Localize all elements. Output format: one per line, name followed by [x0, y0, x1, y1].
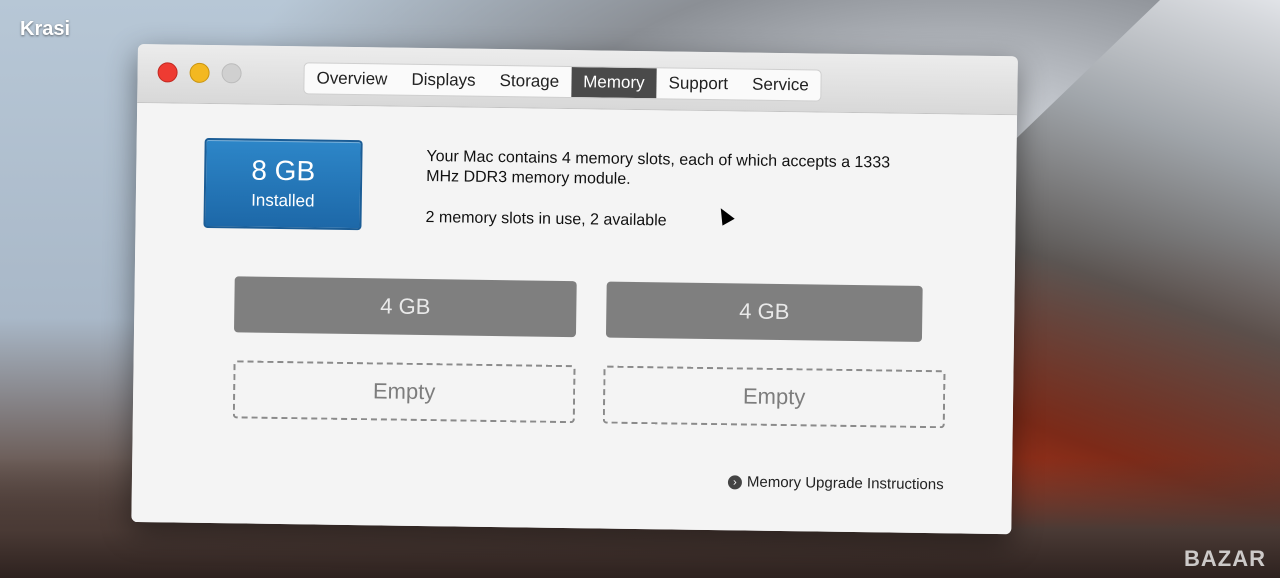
watermark: BAZAR — [1184, 546, 1266, 571]
total-memory-label: Installed — [251, 190, 315, 211]
memory-slot-2: 4 GB — [605, 281, 923, 342]
tab-support[interactable]: Support — [656, 68, 740, 99]
mouse-cursor-icon — [714, 204, 735, 226]
arrow-circle-icon: › — [727, 474, 743, 489]
tab-memory[interactable]: Memory — [570, 67, 657, 99]
desktop-user-label: Krasi — [20, 18, 71, 40]
memory-upgrade-link-label: Memory Upgrade Instructions — [746, 473, 944, 494]
tab-storage[interactable]: Storage — [487, 66, 571, 97]
zoom-window-button[interactable] — [221, 63, 242, 84]
memory-upgrade-link[interactable]: › Memory Upgrade Instructions — [727, 473, 944, 494]
total-memory-size: 8 GB — [251, 154, 316, 187]
memory-slot-1: 4 GB — [233, 276, 577, 338]
minimize-window-button[interactable] — [189, 62, 210, 84]
memory-description: Your Mac contains 4 memory slots, each o… — [426, 148, 891, 188]
total-memory-badge: 8 GB Installed — [203, 137, 363, 231]
memory-slot-4: Empty — [602, 365, 946, 429]
about-this-mac-window: Overview Displays Storage Memory Support… — [131, 44, 1018, 535]
memory-panel: 8 GB Installed Your Mac contains 4 memor… — [131, 102, 1018, 535]
tab-bar: Overview Displays Storage Memory Support… — [303, 62, 823, 102]
tab-service[interactable]: Service — [740, 69, 821, 100]
close-window-button[interactable] — [157, 62, 178, 83]
slots-in-use-text: 2 memory slots in use, 2 available — [425, 209, 667, 230]
memory-slot-3: Empty — [232, 360, 576, 424]
tab-displays[interactable]: Displays — [399, 65, 488, 96]
tab-overview[interactable]: Overview — [304, 63, 399, 94]
